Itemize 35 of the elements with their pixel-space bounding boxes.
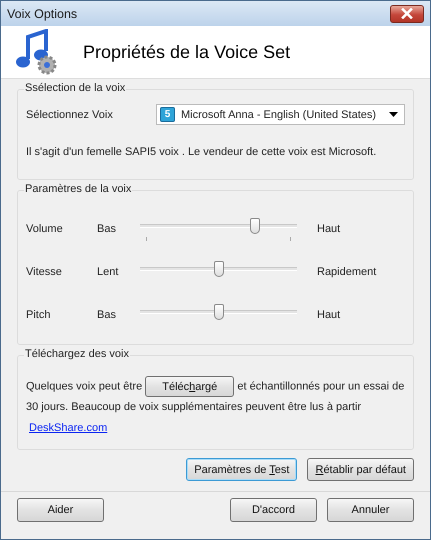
group-label: Paramètres de la voix [24,183,132,195]
action-button[interactable]: Paramètres de Test [186,458,298,482]
slider[interactable] [140,216,297,240]
sapi-icon: 5 [160,107,175,122]
window-title: Voix Options [7,6,78,21]
download-paragraph: Quelques voix peut être Téléchargé et échantillonnés pour un essai de 30 jours. Beaucoup de voix supplémentaires peuvent être lus à partir DeskShare.com [26,376,405,440]
slider-label: Volume [26,222,64,234]
download-button[interactable]: Téléchargé [145,376,234,397]
slider-min-label: Lent [97,266,120,278]
slider-label: Vitesse [26,266,63,278]
slider-thumb[interactable] [214,304,224,320]
slider-min-label: Bas [97,308,117,320]
voice-dropdown[interactable]: 5 Microsoft Anna - English (United States) [156,104,405,125]
dialog-button[interactable]: D'accord [230,498,317,522]
dialog-heading: Propriétés de la Voice Set [83,42,290,63]
action-button[interactable]: Rétablir par défaut [307,458,414,482]
close-button[interactable] [390,4,424,23]
slider-min-label: Bas [97,222,117,234]
dialog-button[interactable]: Annuler [327,498,414,522]
close-icon [400,8,414,20]
music-note-gear-icon [15,29,57,76]
slider-label: Pitch [26,308,52,320]
slider-max-label: Haut [317,308,340,320]
group-label: Téléchargez des voix [24,348,130,360]
voice-description: Il s'agit d'un femelle SAPI5 voix . Le vendeur de cette voix est Microsoft. [26,145,378,160]
slider-thumb[interactable] [250,218,260,234]
help-button[interactable]: Aider [17,498,104,522]
field-label: Sélectionnez Voix [26,108,114,120]
group-label: Ssélection de la voix [24,82,126,94]
caret-icon [389,112,398,117]
tick-mark [290,236,291,240]
slider-max-label: Rapidement [317,266,376,278]
slider-max-label: Haut [317,222,340,234]
slider-thumb[interactable] [214,260,224,276]
website-link[interactable]: DeskShare.com [29,422,108,434]
